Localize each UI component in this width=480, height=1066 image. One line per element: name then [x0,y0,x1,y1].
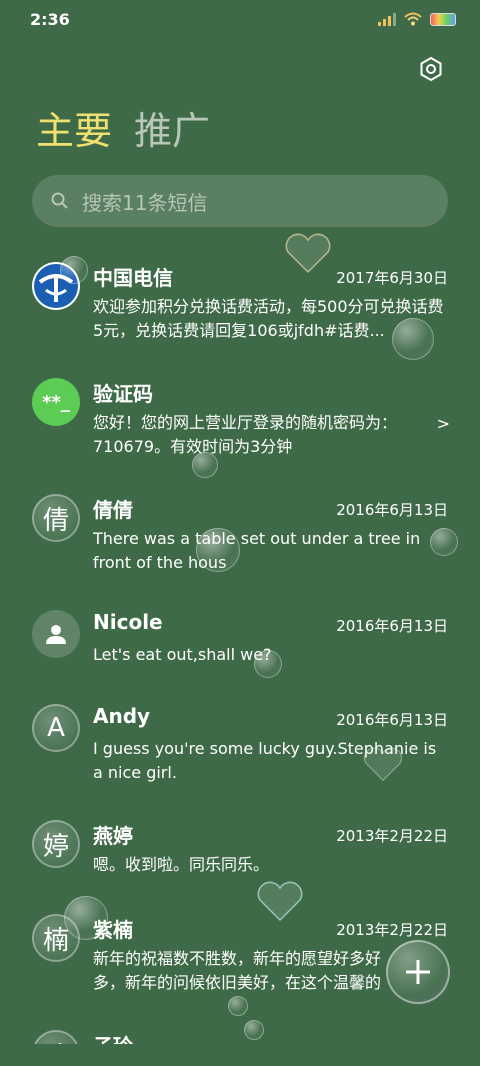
message-tabs: 主要 推广 [36,106,210,156]
wifi-icon [404,12,422,26]
message-preview: 新年的祝福数不胜数，新年的愿望好多好多，新年的问候依旧美好，在这个温馨的时刻 [93,949,382,992]
contact-name: 验证码 [93,382,153,406]
conversation-item[interactable]: A Andy 2016年6月13日 I guess you're some lu… [0,688,480,804]
bubble-decoration [64,896,108,940]
status-time: 2:36 [30,10,70,29]
message-date: 2013年2月22日 [336,921,448,939]
avatar: 玲 [32,1030,80,1044]
message-date: 2017年6月30日 [336,269,448,287]
search-placeholder: 搜索11条短信 [82,190,208,215]
compose-button[interactable] [386,940,450,1004]
heart-bubble-icon [363,747,403,782]
message-date: 2016年6月13日 [336,501,448,519]
status-icons [378,12,456,26]
tab-promotions[interactable]: 推广 [134,106,210,156]
bubble-decoration [192,452,218,478]
tab-primary[interactable]: 主要 [36,106,112,156]
bubble-decoration [392,318,434,360]
avatar: A [32,704,80,752]
message-date: 2016年6月13日 [336,617,448,635]
chevron-right-icon: > [436,414,450,433]
heart-bubble-icon [257,881,303,922]
message-preview: 嗯。收到啦。同乐同乐。 [93,855,270,874]
person-icon [32,610,80,658]
contact-name: 子玲 [93,1030,133,1044]
bubble-decoration [244,1020,264,1040]
conversation-item[interactable]: 婷 燕婷 2013年2月22日 嗯。收到啦。同乐同乐。 [0,804,480,898]
search-icon [51,192,68,209]
avatar: 婷 [32,820,80,868]
contact-name: 燕婷 [93,824,133,848]
heart-bubble-icon [285,233,331,274]
bubble-decoration [60,256,88,284]
bubble-decoration [228,996,248,1016]
message-preview: 您好！您的网上营业厅登录的随机密码为：710679。有效时间为3分钟 [93,413,398,456]
battery-icon [430,12,456,26]
message-preview: There was a table set out under a tree i… [93,529,421,572]
contact-name: Andy [93,704,151,728]
bubble-decoration [430,528,458,556]
avatar: 倩 [32,494,80,542]
code-icon: **_ [32,378,80,426]
conversation-item[interactable]: **_ 验证码 您好！您的网上营业厅登录的随机密码为：710679。有效时间为3… [0,362,480,478]
search-bar[interactable]: 搜索11条短信 [32,175,448,227]
contact-name: 中国电信 [93,266,173,290]
message-date: 2016年6月13日 [336,711,448,729]
signal-icon [378,12,396,26]
bubble-decoration [254,650,282,678]
contact-name: 倩倩 [93,498,133,522]
contact-name: Nicole [93,610,163,634]
conversation-item[interactable]: 倩 倩倩 2016年6月13日 There was a table set ou… [0,478,480,594]
status-bar: 2:36 [0,0,480,40]
settings-gear-icon[interactable] [418,56,444,82]
bubble-decoration [196,528,240,572]
plus-icon [406,960,430,984]
message-date: 2013年2月22日 [336,827,448,845]
